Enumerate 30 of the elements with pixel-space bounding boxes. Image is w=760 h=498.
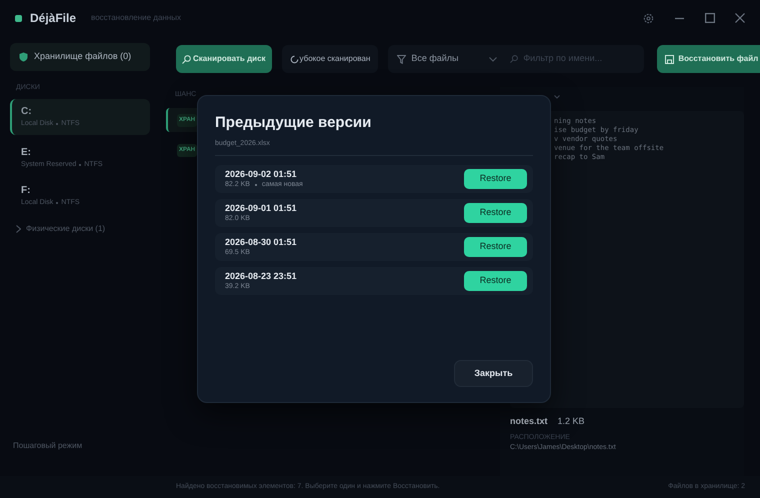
search-icon: [510, 55, 518, 63]
refresh-icon: [290, 54, 299, 64]
step-mode-label: Пошаговый режим: [13, 440, 84, 452]
scan-disk-button[interactable]: Сканировать диск: [176, 45, 272, 73]
file-type-dropdown[interactable]: Все файлы: [388, 45, 506, 73]
chevron-icon: [489, 56, 498, 62]
filter-icon: [397, 54, 406, 64]
file-name: notes.txt: [510, 415, 548, 428]
restore-file-button[interactable]: Восстановить файл: [657, 45, 760, 73]
dialog-title: Предыдущие версии: [215, 113, 372, 133]
version-date: 2026-09-02 01:51: [225, 168, 298, 180]
maximize-icon[interactable]: [705, 13, 715, 23]
restore-button[interactable]: Restore: [464, 237, 527, 257]
shield-icon: [19, 52, 28, 62]
version-date: 2026-09-01 01:51: [225, 202, 298, 214]
file-size: 1.2 KB: [558, 415, 585, 428]
app-title: DéjàFile: [30, 10, 76, 27]
version-date: 2026-08-23 23:51: [225, 270, 298, 282]
close-button[interactable]: Закрыть: [454, 360, 533, 387]
vault-button[interactable]: Хранилище файлов (0): [10, 43, 150, 71]
deep-scan-button[interactable]: убокое сканирован: [282, 45, 378, 73]
restore-button[interactable]: Restore: [464, 169, 527, 189]
restore-button[interactable]: Restore: [464, 271, 527, 291]
restore-button[interactable]: Restore: [464, 203, 527, 223]
app-subtitle: восстановление данных: [91, 12, 181, 24]
version-date: 2026-08-30 01:51: [225, 236, 298, 248]
close-icon[interactable]: [735, 13, 745, 23]
search-icon: [182, 54, 191, 64]
settings-icon[interactable]: [643, 12, 654, 24]
save-icon: [665, 54, 674, 64]
